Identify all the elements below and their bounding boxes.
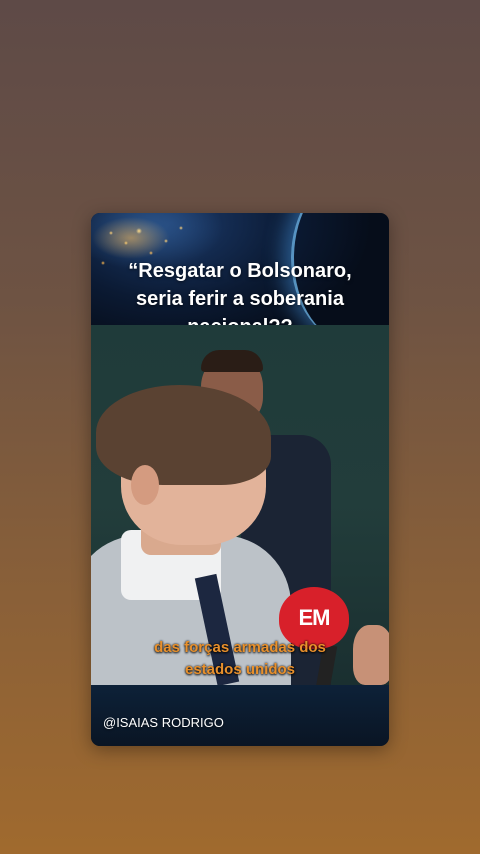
author-handle[interactable]: @ISAIAS RODRIGO xyxy=(103,714,224,732)
story-card[interactable]: “Resgatar o Bolsonaro, seria ferir a sob… xyxy=(91,213,389,746)
video-subtitle: das forças armadas dos estados unidos xyxy=(91,637,389,681)
subtitle-line: estados unidos xyxy=(184,661,296,678)
microphone-logo: EM xyxy=(298,605,331,630)
interviewee-hair xyxy=(96,385,271,485)
background-person-hair xyxy=(201,350,263,372)
video-frame[interactable]: EM xyxy=(91,325,389,685)
interviewee-ear xyxy=(131,465,159,505)
subtitle-line: das forças armadas dos xyxy=(154,639,326,656)
title-banner: “Resgatar o Bolsonaro, seria ferir a sob… xyxy=(91,213,389,343)
title-line: seria ferir a soberania xyxy=(136,288,344,310)
title-line: “Resgatar o Bolsonaro, xyxy=(128,260,352,282)
footer-bar: @ISAIAS RODRIGO xyxy=(91,685,389,746)
